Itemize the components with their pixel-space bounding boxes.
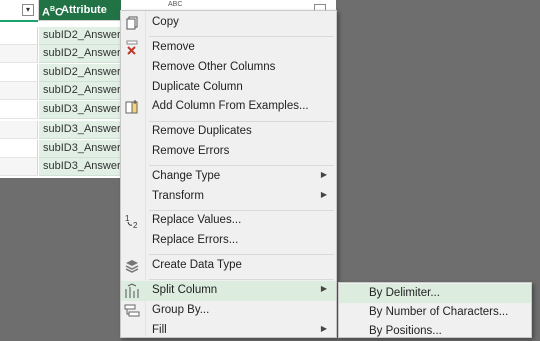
group-by-icon [124,303,140,319]
menu-item-replace-values[interactable]: 12 Replace Values... [121,211,336,231]
submenu-arrow-icon: ▶ [320,190,327,199]
data-type-icon [124,258,140,274]
attribute-cell[interactable]: subID2_Answer1 [39,27,127,45]
submenu-arrow-icon: ▶ [320,284,327,293]
attribute-cell[interactable]: subID3_Answer3 [39,140,127,158]
submenu-item-by-positions[interactable]: By Positions... [339,322,531,341]
svg-text:2: 2 [133,221,138,229]
svg-text:1: 1 [125,214,130,223]
menu-separator [149,36,334,37]
column-filter-dropdown-icon[interactable]: ▾ [22,4,34,16]
submenu-arrow-icon: ▶ [320,170,327,179]
copy-icon [124,15,140,31]
add-column-examples-icon [124,99,140,115]
menu-separator [149,279,334,280]
menu-item-label: Fill [152,324,167,336]
table-cell[interactable] [0,82,38,100]
table-cell[interactable] [0,27,38,45]
value-type-icon[interactable]: ABC [168,1,182,8]
attribute-cell[interactable]: subID3_Answer4 [39,158,127,176]
submenu-item-label: By Number of Characters... [369,306,509,318]
menu-item-label: Create Data Type [152,259,242,271]
menu-item-duplicate-column[interactable]: Duplicate Column [121,78,336,98]
menu-item-remove-errors[interactable]: Remove Errors [121,142,336,162]
submenu-arrow-icon: ▶ [320,324,327,333]
attribute-cell[interactable]: subID3_Answer1 [39,101,127,119]
split-column-submenu: By Delimiter... By Number of Characters.… [338,282,532,338]
menu-item-fill[interactable]: Fill ▶ [121,321,336,341]
attribute-column-header[interactable]: ABC Attribute [39,0,121,20]
table-cell[interactable] [0,158,38,176]
menu-item-remove-duplicates[interactable]: Remove Duplicates [121,122,336,142]
menu-item-copy[interactable]: Copy [121,13,336,33]
menu-item-label: Remove Other Columns [152,61,276,73]
menu-item-label: Remove [152,41,195,53]
column-context-menu: Copy Remove Remove Other Columns Duplica… [120,10,337,338]
menu-separator [149,254,334,255]
text-type-icon[interactable]: ABC [42,3,63,20]
attribute-cell[interactable]: subID2_Answer2 [39,45,127,63]
table-cell[interactable] [0,64,38,82]
column-quality-bar [0,20,38,22]
menu-item-label: Add Column From Examples... [152,100,309,112]
menu-item-group-by[interactable]: Group By... [121,301,336,321]
menu-item-transform[interactable]: Transform ▶ [121,187,336,207]
menu-item-label: Copy [152,16,179,28]
table-cell[interactable] [0,101,38,119]
attribute-column-label: Attribute [61,4,107,16]
menu-item-remove-other-columns[interactable]: Remove Other Columns [121,58,336,78]
menu-item-label: Replace Errors... [152,234,239,246]
menu-item-change-type[interactable]: Change Type ▶ [121,167,336,187]
menu-item-replace-errors[interactable]: Replace Errors... [121,231,336,251]
attribute-cell[interactable]: subID3_Answer2 [39,121,127,139]
split-column-icon [124,283,140,299]
submenu-item-by-delimiter[interactable]: By Delimiter... [339,284,531,303]
menu-item-label: Remove Errors [152,145,230,157]
menu-item-label: Replace Values... [152,214,242,226]
menu-item-label: Change Type [152,170,221,182]
submenu-item-label: By Delimiter... [369,287,440,299]
submenu-item-by-number-of-characters[interactable]: By Number of Characters... [339,303,531,322]
table-cell[interactable] [0,140,38,158]
menu-item-label: Transform [152,190,204,202]
attribute-cell[interactable]: subID2_Answer4 [39,82,127,100]
menu-item-label: Group By... [152,304,210,316]
replace-values-icon: 12 [124,213,140,229]
menu-item-label: Remove Duplicates [152,125,252,137]
menu-item-split-column[interactable]: Split Column ▶ [121,281,336,301]
remove-icon [124,40,140,56]
attribute-cell[interactable]: subID2_Answer3 [39,64,127,82]
menu-separator [149,165,334,166]
table-cell[interactable] [0,45,38,63]
table-cell[interactable] [0,121,38,139]
previous-column-header[interactable]: ▾ [0,0,39,20]
menu-item-label: Split Column [152,284,218,296]
menu-item-create-data-type[interactable]: Create Data Type [121,256,336,276]
menu-item-remove[interactable]: Remove [121,38,336,58]
menu-item-label: Duplicate Column [152,81,243,93]
submenu-item-label: By Positions... [369,325,442,337]
menu-item-add-column-from-examples[interactable]: Add Column From Examples... [121,97,336,117]
